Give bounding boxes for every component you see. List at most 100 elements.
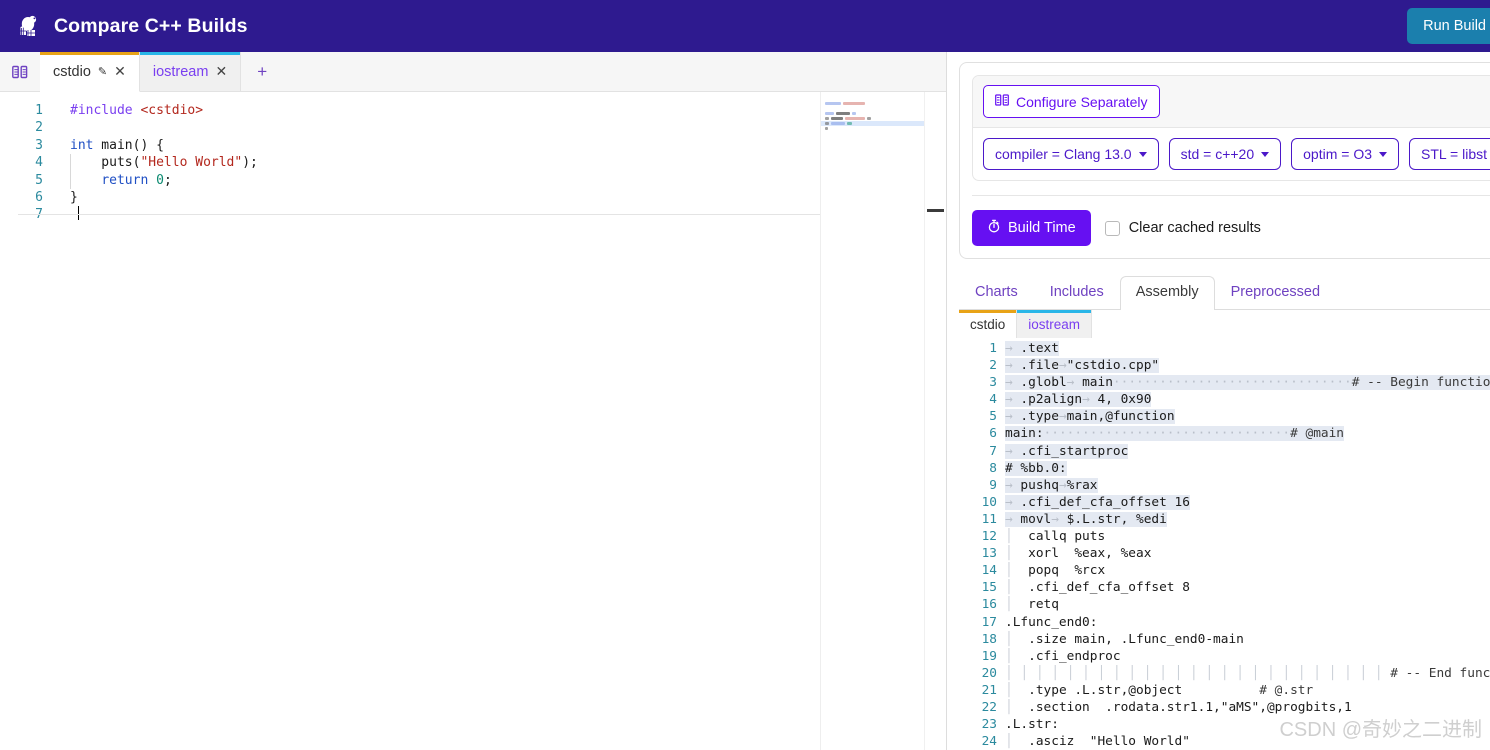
assembly-code-line: main:································# @…	[1005, 426, 1345, 442]
editor-code-content[interactable]: #include <cstdio> int main() { puts("Hel…	[52, 92, 946, 750]
option-dropdown-3[interactable]: STL = libst	[1409, 138, 1490, 170]
clear-cached-results-label: Clear cached results	[1128, 220, 1261, 236]
assembly-code-line: │ .cfi_def_cfa_offset 8	[1005, 580, 1190, 596]
assembly-line-number: 14	[981, 563, 997, 579]
assembly-code-line: → .cfi_def_cfa_offset 16	[1005, 494, 1190, 510]
assembly-line-number: 12	[981, 529, 997, 545]
pencil-icon[interactable]: ✎	[98, 65, 107, 78]
build-options-row: compiler = Clang 13.0 std = c++20 optim = …	[973, 128, 1490, 180]
assembly-code-line: → movl→ $.L.str, %edi	[1005, 511, 1167, 527]
assembly-listing[interactable]: 1 2 3 4 5 6 7 8 9 10 11 12 13 14 15 16 17 18 19 20 21 22 23 24 …	[959, 340, 1490, 750]
editor-line-number: 7	[35, 207, 43, 223]
stopwatch-icon	[987, 219, 1001, 237]
assembly-line-number: 1	[989, 341, 997, 356]
build-time-button[interactable]: Build Time	[972, 210, 1091, 246]
option-dropdown-label: compiler = Clang 13.0	[995, 146, 1132, 162]
minimap-content	[821, 92, 924, 131]
code-editor[interactable]: 1 23 456 7 #include <cstdio> int main() { p…	[0, 92, 946, 750]
editor-line-number: 1	[35, 103, 43, 118]
editor-line-number: 4	[35, 155, 43, 171]
close-icon[interactable]: ✕	[215, 63, 227, 80]
chevron-down-icon	[1261, 151, 1270, 157]
assembly-subtab-label: iostream	[1028, 316, 1081, 332]
assembly-line-number: 10	[981, 494, 997, 510]
editor-scroll-marker	[927, 209, 944, 212]
result-tab-bar: Charts Includes Assembly Preprocessed	[959, 276, 1490, 310]
assembly-line-number: 18	[981, 631, 997, 647]
assembly-line-number: 13	[981, 546, 997, 562]
editor-tab-iostream[interactable]: iostream ✕	[139, 52, 242, 91]
assembly-line-number: 16	[981, 597, 997, 613]
assembly-code-line: → .cfi_startproc	[1005, 443, 1129, 459]
result-tab-preprocessed[interactable]: Preprocessed	[1215, 276, 1336, 309]
assembly-code-line: # %bb.0:	[1005, 460, 1067, 476]
new-tab-button[interactable]: +	[241, 52, 283, 91]
editor-tab-cstdio[interactable]: cstdio ✎ ✕	[40, 52, 140, 92]
chevron-down-icon	[1138, 151, 1147, 157]
assembly-subtab-bar: cstdio iostream	[959, 310, 1490, 338]
assembly-subtab-label: cstdio	[970, 316, 1006, 332]
editor-code-line: #include <cstdio>	[70, 103, 204, 118]
editor-code-line: int main() {	[70, 137, 164, 153]
option-dropdown-label: optim = O3	[1303, 146, 1373, 162]
assembly-line-number: 20	[981, 665, 997, 681]
build-actions-row: Build Time Clear cached results	[972, 195, 1490, 246]
assembly-line-number: 2	[989, 358, 997, 374]
assembly-subtab-iostream[interactable]: iostream	[1017, 310, 1093, 338]
results-pane: Configure Separately compiler = Clang 13…	[947, 52, 1490, 750]
assembly-line-number: 24	[981, 734, 997, 750]
result-tab-includes[interactable]: Includes	[1034, 276, 1120, 309]
option-dropdown-0[interactable]: compiler = Clang 13.0	[983, 138, 1159, 170]
run-build-button[interactable]: Run Build	[1407, 8, 1490, 44]
assembly-line-number: 23	[981, 717, 997, 733]
chevron-down-icon	[1379, 151, 1388, 157]
configure-row: Configure Separately	[973, 76, 1490, 128]
assembly-code-line: .Lfunc_end0:	[1005, 614, 1098, 630]
assembly-code-line: │ xorl %eax, %eax	[1005, 546, 1152, 562]
editor-minimap[interactable]	[820, 92, 924, 750]
option-dropdown-1[interactable]: std = c++20	[1168, 138, 1282, 170]
assembly-line-number: 9	[989, 477, 997, 493]
option-dropdown-2[interactable]: optim = O3	[1291, 138, 1400, 170]
tab-accent-bar	[1017, 310, 1092, 313]
assembly-line-number: 22	[981, 699, 997, 715]
assembly-line-number: 21	[981, 682, 997, 698]
editor-tab-label: cstdio	[53, 63, 91, 80]
page-title: Compare C++ Builds	[54, 14, 248, 37]
assembly-code-line: → .text	[1005, 341, 1059, 356]
clear-cached-results-checkbox[interactable]	[1104, 220, 1120, 236]
assembly-line-number: 11	[981, 511, 997, 527]
configure-separately-label: Configure Separately	[1016, 93, 1148, 110]
assembly-line-number: 17	[981, 614, 997, 630]
result-tab-charts[interactable]: Charts	[959, 276, 1034, 309]
editor-line-number: 6	[35, 189, 43, 205]
assembly-subtab-cstdio[interactable]: cstdio	[959, 310, 1018, 338]
assembly-code-line: │ .section .rodata.str1.1,"aMS",@progbit…	[1005, 699, 1352, 715]
split-view-icon[interactable]	[0, 52, 40, 91]
configuration-card: Configure Separately compiler = Clang 13…	[959, 62, 1490, 259]
close-icon[interactable]: ✕	[114, 63, 126, 80]
assembly-code-line: │ │ │ │ │ │ │ │ │ │ │ │ │ │ │ │ │ │ │ │ …	[1005, 665, 1490, 681]
indent-guide	[70, 154, 71, 189]
tab-accent-bar	[40, 52, 139, 55]
assembly-line-number: 5	[989, 409, 997, 425]
result-tab-assembly[interactable]: Assembly	[1119, 276, 1215, 310]
main-split: cstdio ✎ ✕ iostream ✕ + 1234567 #include…	[0, 52, 1490, 750]
assembly-code-content[interactable]: → .text → .file→"cstdio.cpp" → .globl→ mai…	[1005, 340, 1490, 750]
editor-scrollbar[interactable]	[924, 92, 946, 750]
editor-line-number: 2	[35, 120, 43, 136]
build-time-label: Build Time	[1008, 220, 1076, 236]
assembly-code-line: │ popq %rcx	[1005, 563, 1106, 579]
minimap-line	[821, 126, 924, 131]
configure-separately-button[interactable]: Configure Separately	[983, 85, 1160, 118]
app-header: Compare C++ Builds Run Build	[0, 0, 1490, 52]
code-underline	[18, 214, 826, 215]
columns-icon	[995, 93, 1009, 110]
editor-tab-label: iostream	[152, 63, 209, 80]
clear-cached-results-toggle[interactable]: Clear cached results	[1104, 220, 1261, 236]
editor-tab-bar: cstdio ✎ ✕ iostream ✕ +	[0, 52, 946, 92]
assembly-code-line: → .globl→ main··························…	[1005, 374, 1490, 391]
assembly-code-line: .L.str:	[1005, 717, 1059, 733]
assembly-code-line: │ .asciz "Hello World"	[1005, 734, 1190, 750]
beaver-logo-icon	[14, 11, 44, 41]
